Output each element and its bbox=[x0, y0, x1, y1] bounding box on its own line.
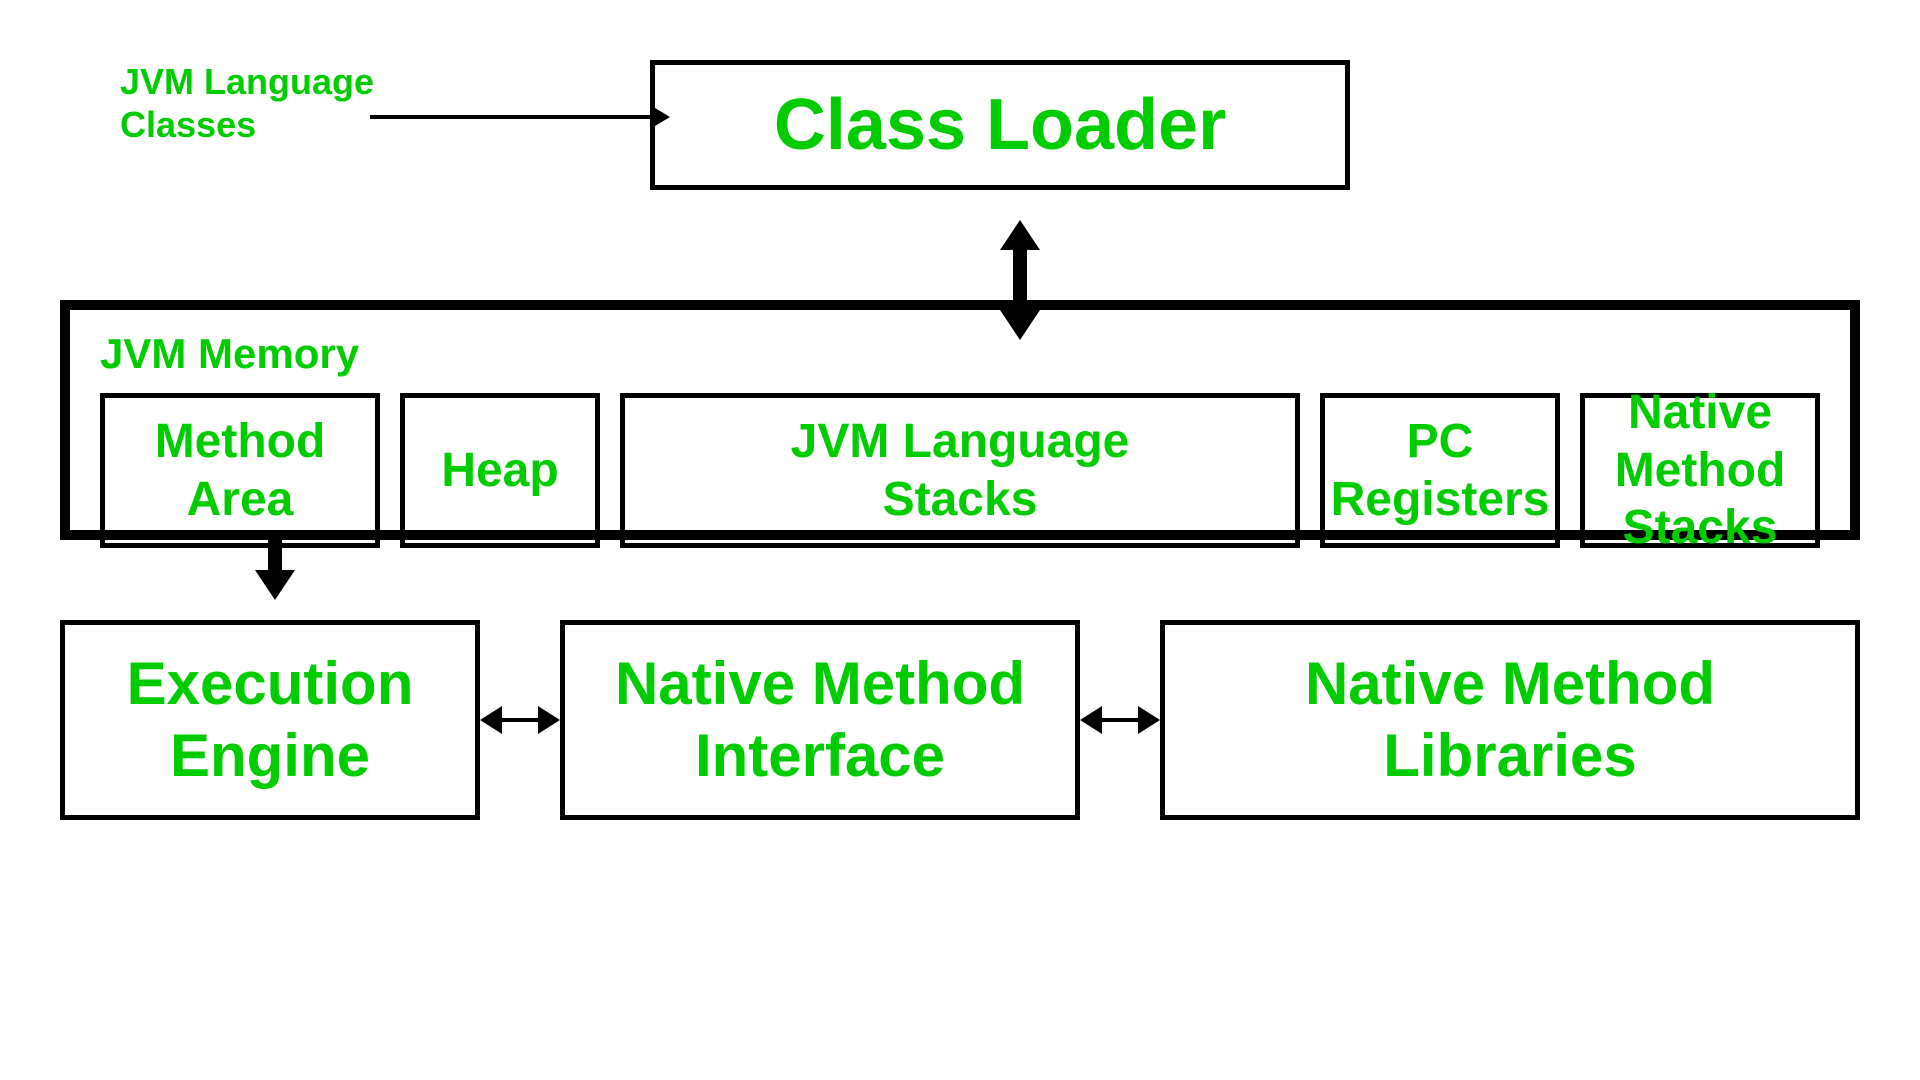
native-method-libraries-box: Native MethodLibraries bbox=[1160, 620, 1860, 820]
jvm-memory-label: JVM Memory bbox=[100, 330, 1820, 378]
method-area-label: MethodArea bbox=[155, 413, 326, 528]
arrow-head-right bbox=[538, 706, 560, 734]
shaft-mid bbox=[268, 555, 282, 570]
jvm-language-stacks-box: JVM LanguageStacks bbox=[620, 393, 1300, 548]
pc-registers-box: PCRegisters bbox=[1320, 393, 1560, 548]
native-method-libraries-label: Native MethodLibraries bbox=[1305, 648, 1715, 792]
arrow-head-up bbox=[1000, 220, 1040, 250]
arrow-h-line bbox=[502, 718, 538, 722]
top-section: JVM LanguageClasses Class Loader bbox=[60, 30, 1860, 220]
vertical-arrow-bottom bbox=[255, 540, 295, 600]
native-method-stacks-box: NativeMethodStacks bbox=[1580, 393, 1820, 548]
arrow-shaft-top bbox=[1013, 250, 1027, 280]
execution-engine-label: ExecutionEngine bbox=[127, 648, 414, 792]
method-area-box: MethodArea bbox=[100, 393, 380, 548]
heap-label: Heap bbox=[441, 442, 558, 500]
bottom-boxes-row: ExecutionEngine Native MethodInterface N… bbox=[60, 620, 1860, 820]
pc-registers-label: PCRegisters bbox=[1331, 413, 1550, 528]
shaft-top bbox=[268, 540, 282, 555]
native-method-stacks-label: NativeMethodStacks bbox=[1615, 384, 1786, 557]
memory-items: MethodArea Heap JVM LanguageStacks PCReg… bbox=[100, 393, 1820, 548]
jvm-language-classes-label: JVM LanguageClasses bbox=[120, 60, 374, 146]
class-loader-box: Class Loader bbox=[650, 60, 1350, 190]
diagram-container: JVM LanguageClasses Class Loader JVM Mem… bbox=[0, 0, 1920, 1080]
bottom-section: ExecutionEngine Native MethodInterface N… bbox=[60, 540, 1860, 790]
heap-box: Heap bbox=[400, 393, 600, 548]
arrow-head-right-2 bbox=[1138, 706, 1160, 734]
arrow-head-left bbox=[480, 706, 502, 734]
jvm-language-stacks-label: JVM LanguageStacks bbox=[791, 413, 1130, 528]
class-loader-label: Class Loader bbox=[774, 84, 1226, 166]
arrow-line bbox=[370, 115, 650, 119]
execution-engine-box: ExecutionEngine bbox=[60, 620, 480, 820]
arrow-nmi-to-nml bbox=[1080, 706, 1160, 734]
arrow-to-class-loader bbox=[370, 105, 670, 129]
arrow-h-line-2 bbox=[1102, 718, 1138, 722]
arrow-execution-to-nmi bbox=[480, 706, 560, 734]
arrow-head-down-bottom bbox=[255, 570, 295, 600]
vertical-arrow-top bbox=[60, 220, 1860, 300]
native-method-interface-box: Native MethodInterface bbox=[560, 620, 1080, 820]
jvm-memory-box: JVM Memory MethodArea Heap JVM LanguageS… bbox=[60, 300, 1860, 540]
arrow-head-left-2 bbox=[1080, 706, 1102, 734]
native-method-interface-label: Native MethodInterface bbox=[615, 648, 1025, 792]
